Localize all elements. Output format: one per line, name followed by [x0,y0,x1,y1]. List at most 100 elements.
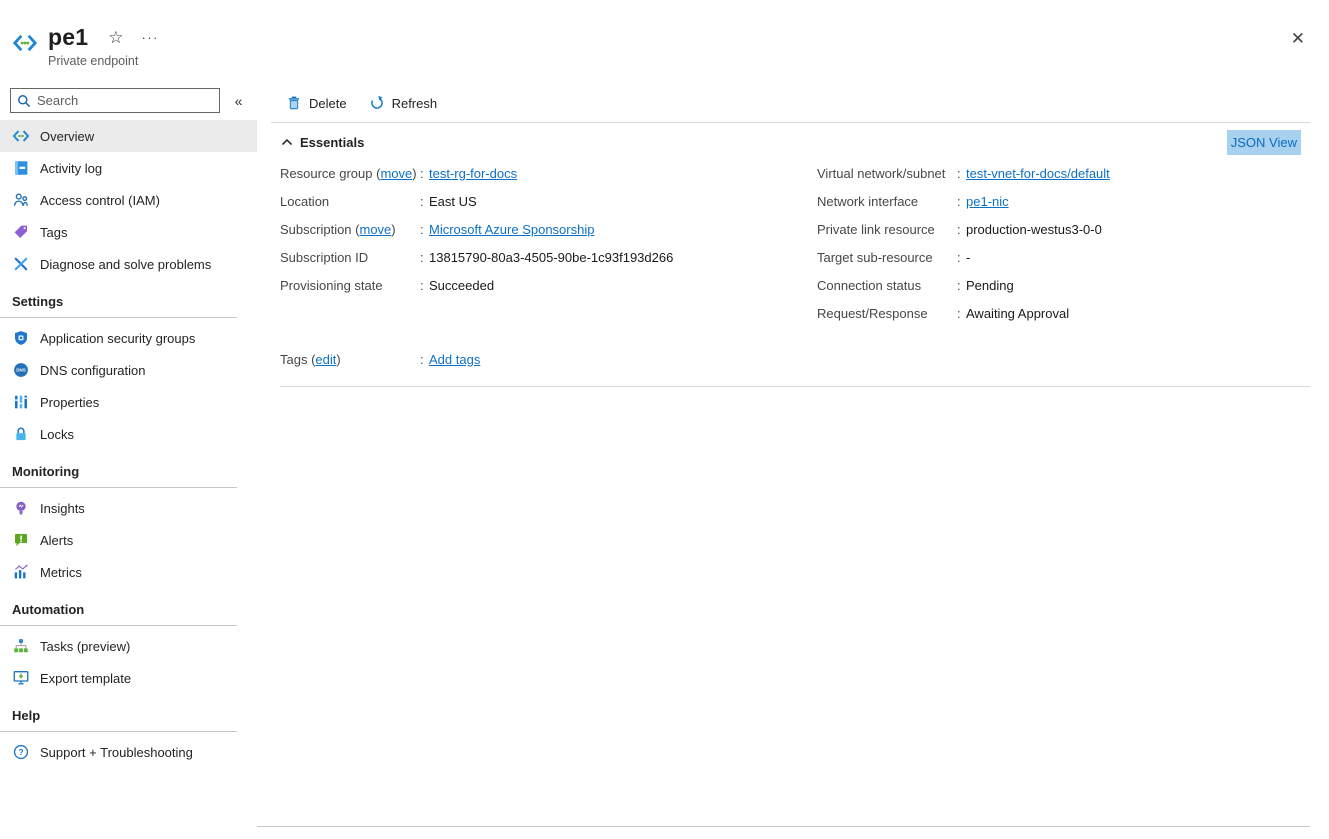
resource-menu-sidebar: « Overview [0,82,257,839]
sidebar-item-label: Metrics [40,565,82,580]
resource-type-label: Private endpoint [48,54,159,68]
request-response-value: Awaiting Approval [966,306,1069,321]
sidebar-item-label: Application security groups [40,331,195,346]
add-tags-link[interactable]: Add tags [429,352,480,367]
resource-header: pe1 ☆ ··· Private endpoint ✕ [0,0,1329,82]
lightbulb-icon [12,499,30,517]
sidebar-item-diagnose-solve-problems[interactable]: Diagnose and solve problems [0,248,257,280]
sidebar-collapse-button[interactable]: « [220,93,257,109]
sidebar-item-tags[interactable]: Tags [0,216,257,248]
location-row: Location : East US [280,187,817,215]
connection-status-row: Connection status : Pending [817,271,1310,299]
move-subscription-link[interactable]: move [359,222,391,237]
bar-chart-icon [12,563,30,581]
private-endpoint-icon [12,127,30,145]
essentials-bottom-divider [280,386,1310,387]
sidebar-item-label: Export template [40,671,131,686]
delete-button[interactable]: Delete [286,95,347,111]
sidebar-item-label: Properties [40,395,99,410]
provisioning-state-row: Provisioning state : Succeeded [280,271,817,299]
sidebar-item-overview[interactable]: Overview [0,120,257,152]
refresh-button[interactable]: Refresh [369,95,438,111]
export-template-icon [12,669,30,687]
sidebar-item-label: Alerts [40,533,73,548]
sidebar-menu: Overview Activity log [0,120,257,768]
essentials-title: Essentials [300,135,364,150]
sidebar-item-application-security-groups[interactable]: Application security groups [0,322,257,354]
request-response-row: Request/Response : Awaiting Approval [817,299,1310,327]
essentials-grid: Resource group (move) : test-rg-for-docs… [257,153,1329,327]
sidebar-item-label: Tags [40,225,67,240]
sidebar-item-label: Insights [40,501,85,516]
subscription-link[interactable]: Microsoft Azure Sponsorship [429,222,594,237]
sidebar-item-label: DNS configuration [40,363,146,378]
sidebar-section-monitoring: Monitoring [0,464,237,488]
question-mark-icon: ? [12,743,30,761]
favorite-star-icon[interactable]: ☆ [108,29,123,46]
dns-icon: DNS [12,361,30,379]
sidebar-section-automation: Automation [0,602,237,626]
resource-group-row: Resource group (move) : test-rg-for-docs [280,159,817,187]
close-button[interactable]: ✕ [1291,30,1305,47]
crossed-tools-icon [12,255,30,273]
sidebar-item-tasks-preview[interactable]: Tasks (preview) [0,630,257,662]
network-interface-link[interactable]: pe1-nic [966,194,1009,209]
more-options-icon[interactable]: ··· [141,31,159,44]
lock-icon [12,425,30,443]
essentials-header: Essentials JSON View [257,123,1329,153]
sidebar-item-locks[interactable]: Locks [0,418,257,450]
private-link-resource-row: Private link resource : production-westu… [817,215,1310,243]
flowchart-icon [12,637,30,655]
sliders-icon [12,393,30,411]
sidebar-item-metrics[interactable]: Metrics [0,556,257,588]
content-bottom-divider [257,826,1310,827]
sidebar-item-access-control-iam[interactable]: Access control (IAM) [0,184,257,216]
private-endpoint-icon [12,30,38,56]
sidebar-item-insights[interactable]: Insights [0,492,257,524]
search-input[interactable] [37,93,213,108]
subscription-id-row: Subscription ID : 13815790-80a3-4505-90b… [280,243,817,271]
svg-text:DNS: DNS [16,368,26,373]
sidebar-section-settings: Settings [0,294,237,318]
location-value: East US [429,194,477,209]
sidebar-item-label: Activity log [40,161,102,176]
virtual-network-subnet-link[interactable]: test-vnet-for-docs/default [966,166,1110,181]
subscription-id-value: 13815790-80a3-4505-90be-1c93f193d266 [429,250,673,265]
refresh-icon [369,95,385,111]
sidebar-section-help: Help [0,708,237,732]
refresh-label: Refresh [392,96,438,111]
sidebar-item-label: Overview [40,129,94,144]
search-box[interactable] [10,88,220,113]
json-view-link[interactable]: JSON View [1227,130,1301,155]
svg-text:?: ? [18,748,23,757]
resource-group-link[interactable]: test-rg-for-docs [429,166,517,181]
private-endpoint-page: pe1 ☆ ··· Private endpoint ✕ « [0,0,1329,839]
move-resource-group-link[interactable]: move [380,166,412,181]
sidebar-item-label: Support + Troubleshooting [40,745,193,760]
sidebar-item-export-template[interactable]: Export template [0,662,257,694]
sidebar-item-label: Locks [40,427,74,442]
sidebar-item-label: Diagnose and solve problems [40,257,211,272]
subscription-row: Subscription (move) : Microsoft Azure Sp… [280,215,817,243]
virtual-network-subnet-row: Virtual network/subnet : test-vnet-for-d… [817,159,1310,187]
sidebar-item-activity-log[interactable]: Activity log [0,152,257,184]
access-control-icon [12,191,30,209]
sidebar-item-support-troubleshooting[interactable]: ? Support + Troubleshooting [0,736,257,768]
trash-icon [286,95,302,111]
alert-bubble-icon [12,531,30,549]
network-interface-row: Network interface : pe1-nic [817,187,1310,215]
activity-log-icon [12,159,30,177]
edit-tags-link[interactable]: edit [315,352,336,367]
tags-row: Tags (edit) : Add tags [280,345,1310,373]
sidebar-item-label: Tasks (preview) [40,639,130,654]
page-title: pe1 [48,24,88,51]
sidebar-item-properties[interactable]: Properties [0,386,257,418]
sidebar-item-dns-configuration[interactable]: DNS DNS configuration [0,354,257,386]
chevron-up-icon[interactable] [280,135,295,150]
target-sub-resource-row: Target sub-resource : - [817,243,1310,271]
sidebar-item-alerts[interactable]: Alerts [0,524,257,556]
tag-icon [12,223,30,241]
private-link-resource-value: production-westus3-0-0 [966,222,1102,237]
shield-icon [12,329,30,347]
overview-pane: Delete Refresh Essentials [257,82,1329,839]
